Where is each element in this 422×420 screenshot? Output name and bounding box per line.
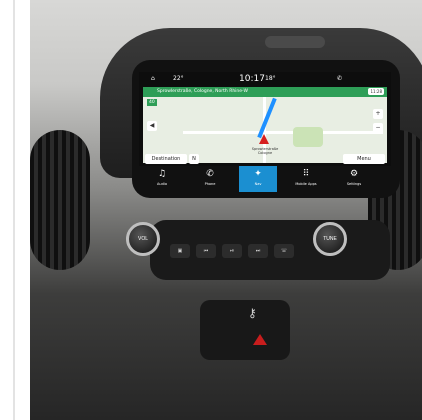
app-label: Nav (254, 182, 262, 186)
street-banner: Sprowlerstraße, Cologne, North Rhine-W (143, 87, 387, 97)
map-park (293, 127, 323, 147)
page-border (13, 0, 15, 420)
signal-icon: ✆ (337, 75, 343, 82)
lock-icon[interactable]: ⚷ (248, 306, 257, 320)
nav-option-icon[interactable]: N (189, 154, 199, 164)
seek-forward-button[interactable]: ⏭ (248, 244, 268, 258)
source-button[interactable]: ▣ (170, 244, 190, 258)
zoom-out-icon[interactable]: − (373, 123, 383, 133)
mute-icon[interactable]: ◀ (147, 121, 157, 131)
app-nav[interactable]: ✦ Nav (239, 166, 277, 192)
grid-icon: ⠿ (302, 169, 310, 179)
music-note-icon: ♫ (157, 169, 167, 179)
infotainment-screen: ⌂ 22° 10:17 18° ✆ Sprowlerstraße, Cologn… (139, 72, 391, 192)
hazard-button-icon[interactable] (253, 334, 267, 345)
car-interior-photo: ⌂ 22° 10:17 18° ✆ Sprowlerstraße, Cologn… (30, 0, 422, 420)
clock: 10:17 (239, 74, 265, 84)
vehicle-position-icon (259, 134, 269, 144)
destination-button[interactable]: Destination (145, 154, 187, 164)
home-icon[interactable]: ⌂ (151, 72, 155, 86)
app-label: Audio (157, 182, 167, 186)
temp-right: 18° (265, 75, 276, 82)
app-label: Phone (204, 182, 216, 186)
map-view[interactable]: Sprowlerstraße, Cologne, North Rhine-W 4… (143, 87, 387, 163)
temp-left: 22° (173, 75, 184, 82)
app-audio[interactable]: ♫ Audio (143, 166, 181, 192)
road (183, 131, 383, 134)
menu-button[interactable]: Menu (343, 154, 385, 164)
phone-icon: ✆ (206, 169, 214, 179)
volume-knob[interactable]: VOL (126, 222, 160, 256)
phone-button[interactable]: ☏ (274, 244, 294, 258)
zoom-in-icon[interactable]: + (373, 109, 383, 119)
status-bar: ⌂ 22° 10:17 18° ✆ (139, 72, 391, 86)
settings-icon: ⚙ (349, 169, 359, 179)
seek-back-button[interactable]: ⏮ (196, 244, 216, 258)
play-pause-button[interactable]: ⏯ (222, 244, 242, 258)
app-settings[interactable]: ⚙ Settings (335, 166, 373, 192)
tune-knob[interactable]: TUNE (313, 222, 347, 256)
left-air-vent (30, 130, 90, 270)
app-label: Mobile Apps (295, 182, 317, 186)
app-label: Settings (346, 182, 362, 186)
lower-console (200, 300, 290, 360)
app-mobile-apps[interactable]: ⠿ Mobile Apps (287, 166, 325, 192)
app-bar: ♫ Audio ✆ Phone ✦ Nav ⠿ Mobile Apps ⚙ Se… (139, 166, 391, 192)
eta-chip: 11:28 (368, 88, 384, 95)
distance-readout: 40 (147, 99, 157, 106)
navigation-icon: ✦ (254, 169, 262, 179)
app-phone[interactable]: ✆ Phone (191, 166, 229, 192)
current-location-label: Sprowlerstraße Cologne (251, 147, 279, 155)
hood-vent (265, 36, 325, 48)
